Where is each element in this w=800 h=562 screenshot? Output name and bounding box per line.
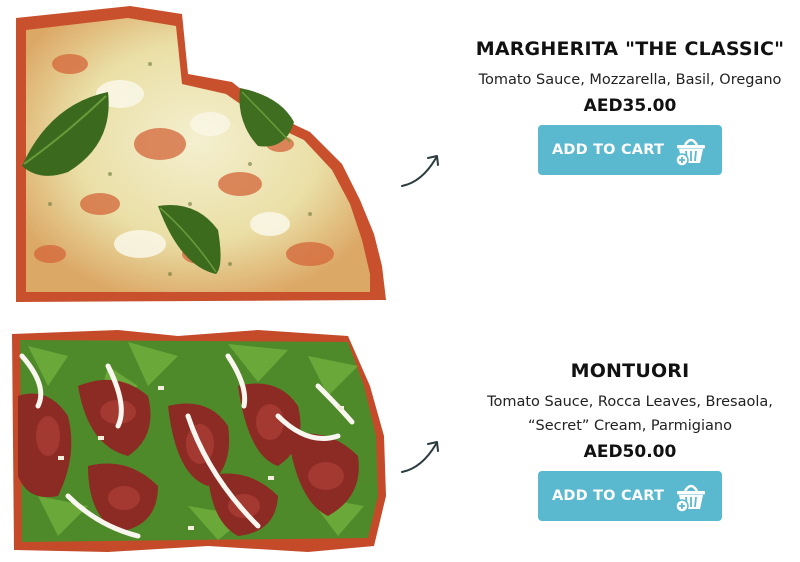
product-name: MARGHERITA "THE CLASSIC" [475, 38, 785, 60]
add-to-cart-button[interactable]: ADD TO CART [538, 471, 722, 521]
product-price: AED50.00 [583, 442, 677, 462]
margherita-pizza-image[interactable] [10, 4, 388, 304]
product-description: Tomato Sauce, Rocca Leaves, Bresaola, “S… [462, 390, 798, 438]
shopping-basket-add-icon [675, 484, 706, 513]
montuori-pizza-image[interactable] [8, 326, 388, 556]
curved-arrow-icon [401, 155, 439, 187]
add-to-cart-button[interactable]: ADD TO CART [538, 125, 722, 175]
curved-arrow-icon [401, 441, 439, 473]
product-description-line: Tomato Sauce, Rocca Leaves, Bresaola, [487, 394, 773, 410]
product-description: Tomato Sauce, Mozzarella, Basil, Oregano [478, 72, 782, 88]
add-to-cart-label: ADD TO CART [551, 142, 665, 158]
product-description-line: “Secret” Cream, Parmigiano [528, 418, 732, 434]
product-card-montuori: MONTUORI Tomato Sauce, Rocca Leaves, Bre… [0, 318, 800, 562]
product-name: MONTUORI [570, 360, 690, 382]
add-to-cart-label: ADD TO CART [551, 488, 665, 504]
product-info: MARGHERITA "THE CLASSIC" Tomato Sauce, M… [462, 36, 798, 175]
shopping-basket-add-icon [675, 138, 706, 167]
product-info: MONTUORI Tomato Sauce, Rocca Leaves, Bre… [462, 358, 798, 521]
product-card-margherita: MARGHERITA "THE CLASSIC" Tomato Sauce, M… [0, 0, 800, 310]
product-price: AED35.00 [583, 96, 677, 116]
